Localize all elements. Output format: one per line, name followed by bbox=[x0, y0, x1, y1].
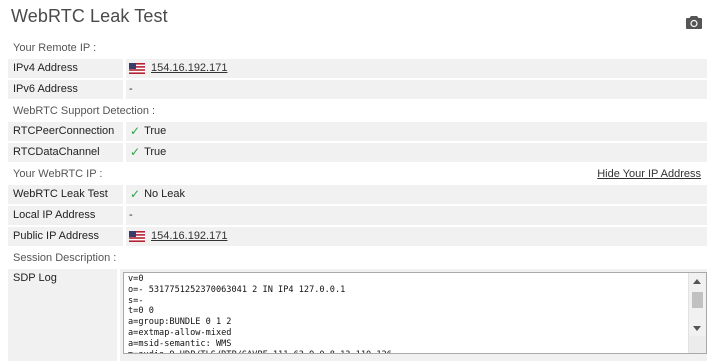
check-icon: ✓ bbox=[130, 124, 141, 138]
row-local-ip: Local IP Address - bbox=[8, 206, 707, 225]
scrollbar-thumb[interactable] bbox=[692, 292, 703, 308]
leak-test-value: No Leak bbox=[144, 188, 186, 200]
resize-grip[interactable] bbox=[689, 336, 706, 353]
rtc-data-value: True bbox=[144, 146, 167, 158]
leak-test-value-cell: ✓ No Leak bbox=[126, 185, 707, 204]
row-rtc-data: RTCDataChannel ✓ True bbox=[8, 143, 707, 162]
section-remote-ip: Your Remote IP : bbox=[13, 42, 97, 54]
ipv6-value: - bbox=[126, 80, 707, 99]
scroll-up-arrow-icon[interactable] bbox=[693, 279, 701, 284]
section-support: WebRTC Support Detection : bbox=[13, 105, 156, 117]
us-flag-icon bbox=[129, 231, 145, 242]
rtc-data-label: RTCDataChannel bbox=[8, 143, 123, 162]
section-webrtc-ip: Your WebRTC IP : Hide Your IP Address bbox=[8, 164, 707, 185]
ipv6-label: IPv6 Address bbox=[8, 80, 123, 99]
leak-test-label: WebRTC Leak Test bbox=[8, 185, 123, 204]
row-ipv6: IPv6 Address - bbox=[8, 80, 707, 99]
public-ip-label: Public IP Address bbox=[8, 227, 123, 246]
ipv4-value-cell: 154.16.192.171 bbox=[126, 59, 707, 78]
sdp-scrollbar[interactable] bbox=[688, 273, 706, 353]
section-session: Session Description : bbox=[13, 252, 117, 264]
check-icon: ✓ bbox=[130, 145, 141, 159]
us-flag-icon bbox=[129, 63, 145, 74]
rtc-peer-value: True bbox=[144, 125, 167, 137]
sdp-log-cell: v=0 o=- 5317751252370063041 2 IN IP4 127… bbox=[120, 269, 707, 361]
row-ipv4: IPv4 Address 154.16.192.171 bbox=[8, 59, 707, 78]
sdp-log-textarea[interactable]: v=0 o=- 5317751252370063041 2 IN IP4 127… bbox=[123, 272, 707, 354]
ipv4-address-link[interactable]: 154.16.192.171 bbox=[151, 59, 227, 78]
ipv4-label: IPv4 Address bbox=[8, 59, 123, 78]
rtc-data-value-cell: ✓ True bbox=[126, 143, 707, 162]
results-table: Your Remote IP : IPv4 Address 154.16.192… bbox=[8, 38, 707, 361]
row-rtc-peer: RTCPeerConnection ✓ True bbox=[8, 122, 707, 141]
row-sdp-log: SDP Log v=0 o=- 5317751252370063041 2 IN… bbox=[8, 269, 707, 361]
scroll-down-arrow-icon[interactable] bbox=[693, 326, 701, 331]
row-public-ip: Public IP Address 154.16.192.171 bbox=[8, 227, 707, 246]
row-leak-test: WebRTC Leak Test ✓ No Leak bbox=[8, 185, 707, 204]
rtc-peer-value-cell: ✓ True bbox=[126, 122, 707, 141]
camera-icon[interactable] bbox=[686, 15, 702, 29]
hide-ip-link[interactable]: Hide Your IP Address bbox=[597, 164, 701, 185]
rtc-peer-label: RTCPeerConnection bbox=[8, 122, 123, 141]
local-ip-label: Local IP Address bbox=[8, 206, 123, 225]
sdp-log-label: SDP Log bbox=[8, 269, 117, 361]
check-icon: ✓ bbox=[130, 187, 141, 201]
local-ip-value: - bbox=[126, 206, 707, 225]
public-ip-value-cell: 154.16.192.171 bbox=[126, 227, 707, 246]
sdp-log-text: v=0 o=- 5317751252370063041 2 IN IP4 127… bbox=[128, 274, 392, 353]
page-title: WebRTC Leak Test bbox=[11, 6, 168, 26]
webrtc-ip-heading: Your WebRTC IP : bbox=[13, 168, 103, 180]
public-ip-address-link[interactable]: 154.16.192.171 bbox=[151, 227, 227, 246]
webrtc-leak-test-panel: WebRTC Leak Test Your Remote IP : IPv4 A… bbox=[0, 0, 716, 362]
